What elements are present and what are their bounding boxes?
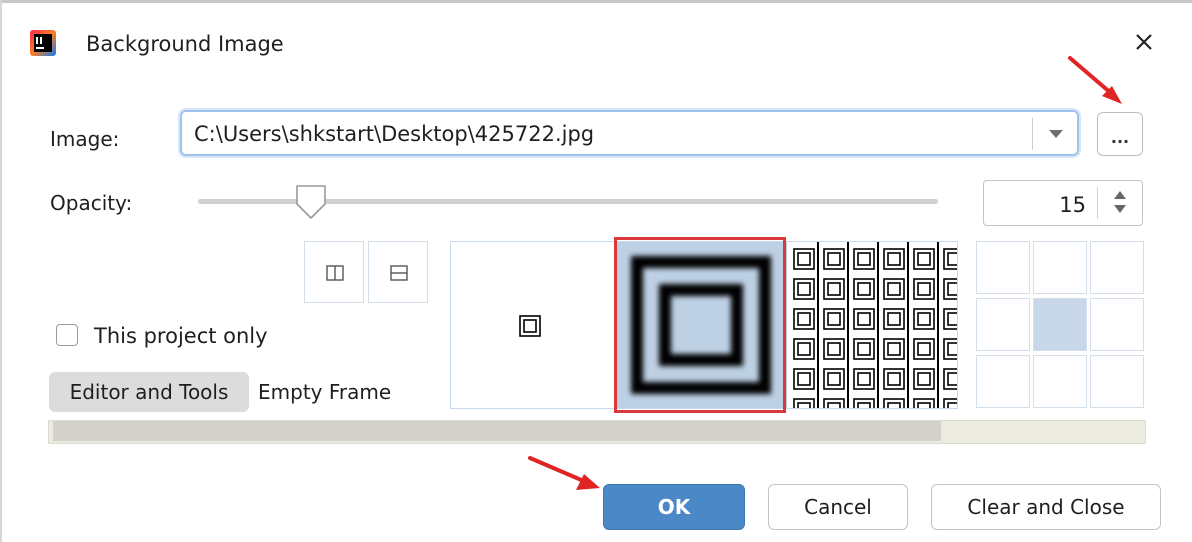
opacity-label: Opacity: [50,191,133,215]
anchor-bottom-left[interactable] [976,355,1030,408]
intellij-idea-icon [30,30,56,56]
flip-horizontal-button[interactable] [304,241,364,303]
annotation-arrow-icon [1068,56,1122,104]
anchor-middle-right[interactable] [1090,298,1144,351]
close-icon[interactable] [1128,26,1160,58]
preview-scrollbar [53,421,941,441]
image-label: Image: [50,127,120,151]
image-path-value[interactable]: C:\Users\shkstart\Desktop\425722.jpg [194,120,594,148]
tab-editor-and-tools[interactable]: Editor and Tools [49,372,249,412]
opacity-spinner[interactable]: 15 [983,180,1143,226]
anchor-top-center[interactable] [1033,241,1087,294]
opacity-value[interactable]: 15 [1059,192,1086,218]
combo-separator [1032,118,1033,150]
this-project-only-label[interactable]: This project only [94,322,268,350]
image-path-combobox[interactable]: C:\Users\shkstart\Desktop\425722.jpg [180,110,1079,156]
window-top-border [0,0,1192,3]
opacity-slider-thumb[interactable] [294,184,328,220]
window-left-border [0,0,2,542]
clear-and-close-button[interactable]: Clear and Close [931,484,1161,530]
spinner-up-icon[interactable] [1114,191,1126,199]
flip-vertical-icon [390,265,408,281]
chevron-down-icon[interactable] [1049,130,1063,138]
anchor-bottom-center[interactable] [1033,355,1087,408]
anchor-middle-left[interactable] [976,298,1030,351]
dialog-title: Background Image [86,32,284,56]
cancel-button[interactable]: Cancel [768,484,908,530]
fill-plain-option[interactable] [451,242,614,408]
anchor-bottom-right[interactable] [1090,355,1144,408]
fill-scale-option[interactable] [615,242,787,408]
fill-tile-option[interactable] [789,242,957,408]
anchor-top-left[interactable] [976,241,1030,294]
anchor-grid [976,241,1146,409]
spinner-separator [1097,187,1098,219]
this-project-only-checkbox[interactable] [56,324,78,346]
annotation-arrow-icon [528,456,600,490]
tab-empty-frame[interactable]: Empty Frame [258,372,391,412]
flip-horizontal-icon [326,265,344,281]
editor-preview [48,420,1146,444]
browse-button[interactable]: ... [1097,112,1143,156]
flip-vertical-button[interactable] [368,241,428,303]
anchor-top-right[interactable] [1090,241,1144,294]
anchor-center[interactable] [1033,298,1087,351]
ok-button[interactable]: OK [603,484,745,530]
fill-options-panel [450,241,958,409]
spinner-down-icon[interactable] [1114,205,1126,213]
